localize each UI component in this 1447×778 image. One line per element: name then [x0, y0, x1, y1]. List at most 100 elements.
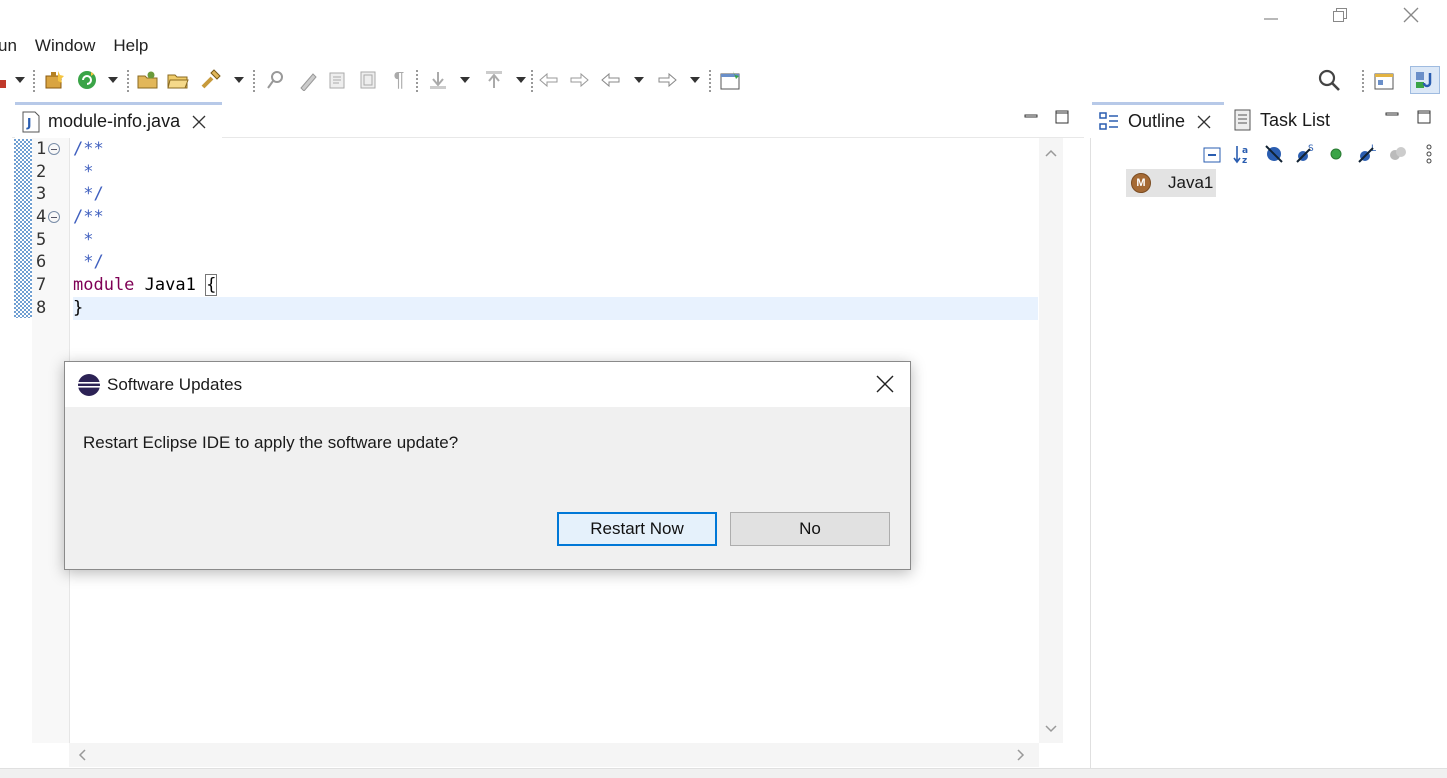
- close-icon[interactable]: [1197, 115, 1211, 129]
- line-number: 4: [36, 206, 61, 229]
- run-icon[interactable]: [75, 68, 99, 92]
- line-number: 3: [36, 184, 47, 205]
- tab-module-info[interactable]: J module-info.java: [15, 102, 222, 138]
- toolbar-separator: [127, 70, 129, 92]
- restore-button[interactable]: [1317, 0, 1363, 30]
- perspective-icon[interactable]: [1373, 68, 1397, 92]
- matching-brace: {: [205, 274, 218, 297]
- annotation-icon[interactable]: [264, 68, 288, 92]
- menu-bar: un Window Help: [0, 33, 157, 59]
- outline-tab-bar: Outline Task List: [1090, 100, 1447, 138]
- main-toolbar: ¶: [0, 64, 1447, 97]
- dialog-message: Restart Eclipse IDE to apply the softwar…: [83, 433, 459, 452]
- outline-item-module[interactable]: M Java1: [1126, 169, 1217, 197]
- outline-toolbar: az S L: [1200, 142, 1441, 166]
- eclipse-icon: [78, 373, 100, 396]
- chevron-down-icon[interactable]: [14, 68, 26, 92]
- scroll-up-icon[interactable]: [1045, 149, 1057, 157]
- minimize-outline-button[interactable]: [1383, 106, 1401, 124]
- sort-icon[interactable]: az: [1231, 142, 1255, 166]
- minimize-editor-button[interactable]: [1022, 108, 1040, 126]
- software-updates-dialog: Software Updates Restart Eclipse IDE to …: [64, 361, 911, 570]
- chevron-down-icon[interactable]: [107, 68, 119, 92]
- scroll-right-icon[interactable]: [1017, 749, 1025, 761]
- close-icon[interactable]: [192, 115, 206, 129]
- search-icon[interactable]: [1317, 68, 1341, 92]
- hide-local-types-icon[interactable]: L: [1355, 142, 1379, 166]
- vertical-scrollbar[interactable]: [1039, 138, 1063, 743]
- pen-icon[interactable]: [296, 68, 320, 92]
- hide-fields-icon[interactable]: [1262, 142, 1286, 166]
- chevron-down-icon[interactable]: [515, 68, 527, 92]
- open-type-icon[interactable]: [136, 68, 160, 92]
- group-icon[interactable]: [1386, 142, 1410, 166]
- new-package-icon[interactable]: [42, 68, 66, 92]
- code-line: */: [73, 252, 104, 273]
- collapse-all-icon[interactable]: [1200, 142, 1224, 166]
- hide-static-icon[interactable]: S: [1293, 142, 1317, 166]
- line-number: 8: [36, 297, 47, 318]
- block-icon[interactable]: [356, 68, 380, 92]
- forward-edit-icon[interactable]: [567, 68, 591, 92]
- maximize-icon: [1417, 110, 1431, 124]
- toolbar-separator: [416, 70, 418, 92]
- open-folder-icon[interactable]: [166, 68, 190, 92]
- svg-text:z: z: [1242, 156, 1247, 165]
- menu-help[interactable]: Help: [104, 36, 157, 56]
- close-icon[interactable]: [874, 373, 896, 395]
- java-file-icon: J: [22, 111, 40, 132]
- restore-icon: [1333, 8, 1347, 22]
- next-annotation-icon[interactable]: [426, 68, 450, 92]
- tab-task-list[interactable]: Task List: [1234, 102, 1354, 138]
- debug-icon[interactable]: [0, 68, 10, 92]
- maximize-outline-button[interactable]: [1415, 108, 1433, 126]
- build-icon[interactable]: [199, 68, 223, 92]
- minimize-icon: [1385, 112, 1399, 116]
- tab-outline[interactable]: Outline: [1092, 102, 1224, 138]
- open-perspective-icon[interactable]: [719, 68, 743, 92]
- line-numbers: 1 2 3 4 5 6 7 8: [36, 138, 61, 320]
- menu-window[interactable]: Window: [26, 36, 104, 56]
- tab-label: Task List: [1260, 109, 1331, 130]
- hide-non-public-icon[interactable]: [1324, 142, 1348, 166]
- chevron-down-icon[interactable]: [633, 68, 645, 92]
- chevron-down-icon[interactable]: [459, 68, 471, 92]
- collapse-icon[interactable]: [48, 143, 61, 156]
- chevron-down-icon[interactable]: [233, 68, 245, 92]
- outline-item-label: Java1: [1168, 173, 1214, 192]
- code-line: module Java1 {: [73, 274, 1038, 297]
- maximize-editor-button[interactable]: [1053, 108, 1071, 126]
- java-perspective-icon[interactable]: [1410, 66, 1440, 94]
- toolbar-separator: [531, 70, 533, 92]
- no-button[interactable]: No: [730, 512, 890, 546]
- chevron-down-icon[interactable]: [689, 68, 701, 92]
- code-text[interactable]: /** * */ /** * */ module Java1 { }: [73, 138, 1038, 320]
- svg-text:J: J: [26, 116, 31, 130]
- line-number: 1: [36, 138, 61, 161]
- forward-icon[interactable]: [655, 68, 679, 92]
- restart-now-button[interactable]: Restart Now: [557, 512, 717, 546]
- svg-text:a: a: [1242, 146, 1248, 156]
- previous-annotation-icon[interactable]: [482, 68, 506, 92]
- outline-view: az S L M Java1: [1090, 138, 1447, 768]
- horizontal-scrollbar[interactable]: [69, 743, 1039, 767]
- menu-run[interactable]: un: [0, 36, 26, 56]
- minimize-button[interactable]: [1248, 0, 1294, 30]
- back-icon[interactable]: [599, 68, 623, 92]
- line-number: 6: [36, 252, 47, 273]
- show-whitespace-icon[interactable]: ¶: [387, 68, 411, 92]
- toolbar-separator: [1362, 70, 1364, 92]
- code-line: */: [73, 184, 104, 205]
- view-menu-icon[interactable]: [1417, 142, 1441, 166]
- minimize-icon: [1264, 18, 1278, 20]
- back-edit-icon[interactable]: [537, 68, 561, 92]
- toolbar-separator: [709, 70, 711, 92]
- minimize-icon: [1024, 114, 1038, 118]
- close-window-button[interactable]: [1388, 0, 1434, 30]
- maximize-icon: [1055, 110, 1069, 124]
- format-icon[interactable]: [326, 68, 350, 92]
- close-icon: [1403, 7, 1419, 23]
- scroll-left-icon[interactable]: [78, 749, 86, 761]
- scroll-down-icon[interactable]: [1045, 725, 1057, 733]
- collapse-icon[interactable]: [48, 211, 61, 224]
